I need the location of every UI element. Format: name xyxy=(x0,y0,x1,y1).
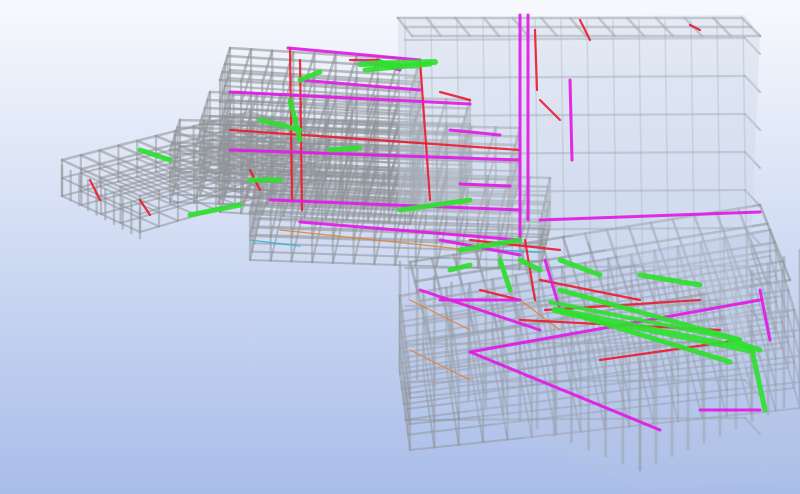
roof-duct xyxy=(357,59,438,67)
bim-3d-model-scene[interactable] xyxy=(0,0,800,494)
magenta-pipe xyxy=(458,182,512,188)
green-duct xyxy=(327,145,363,153)
magenta-pipe xyxy=(568,78,574,162)
model-viewport[interactable] xyxy=(0,0,800,494)
